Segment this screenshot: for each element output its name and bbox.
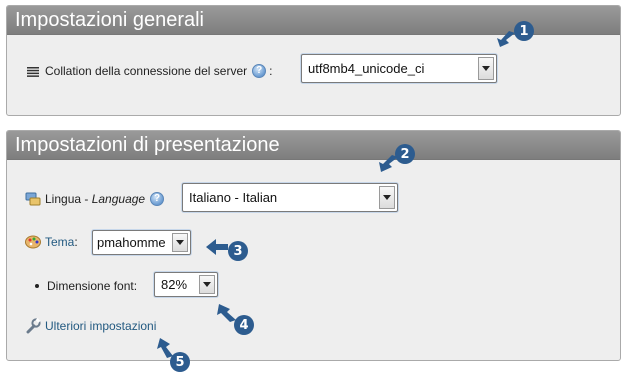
callout-badge-5: 5 xyxy=(170,352,190,372)
arrow-5-icon xyxy=(157,338,173,358)
arrow-4-icon xyxy=(217,304,236,322)
callout-badge-3: 3 xyxy=(228,241,248,261)
callout-badge-4: 4 xyxy=(234,315,254,335)
callout-badge-2: 2 xyxy=(395,144,415,164)
callout-arrows xyxy=(157,31,515,358)
callout-badge-1: 1 xyxy=(514,21,534,41)
arrow-1-icon xyxy=(497,31,515,47)
arrow-3-icon xyxy=(206,239,228,255)
